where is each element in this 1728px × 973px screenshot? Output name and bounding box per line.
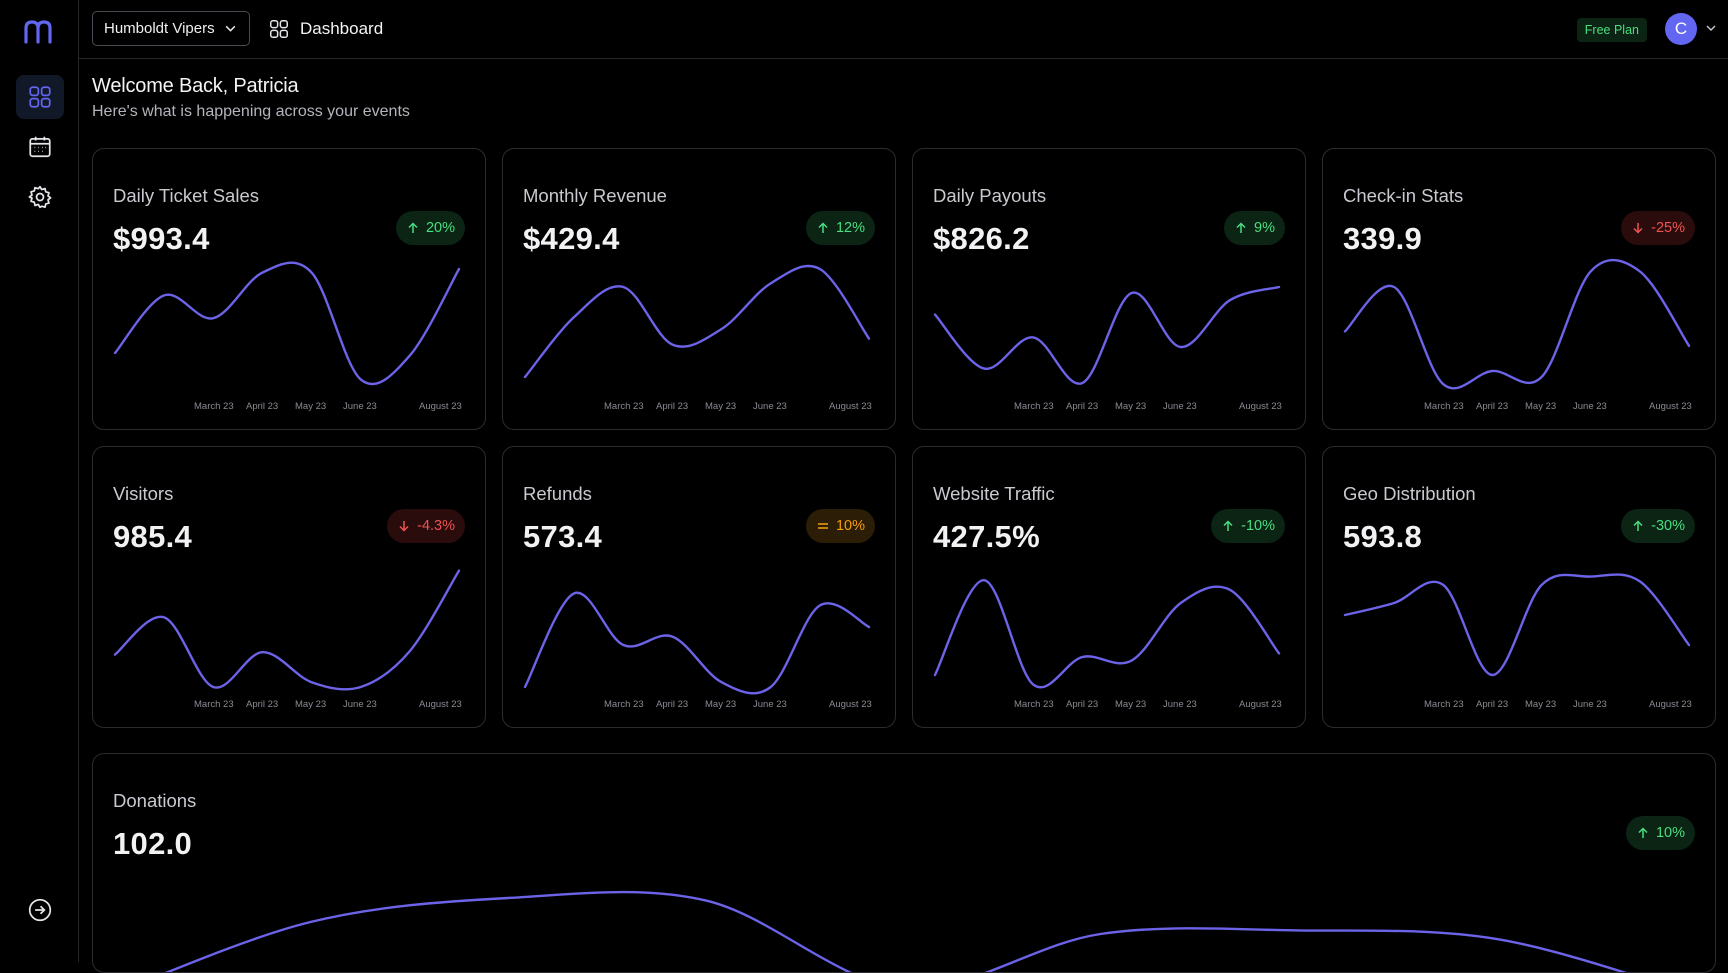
axis-label: August 23: [829, 699, 872, 710]
axis-label: March 23: [1424, 401, 1464, 412]
sparkline: [113, 569, 461, 691]
axis-label: August 23: [1239, 401, 1282, 412]
axis-label: June 23: [343, 699, 377, 710]
axis-label: March 23: [194, 699, 234, 710]
grid-icon: [29, 86, 51, 108]
sparkline-path: [1343, 573, 1691, 677]
axis-label: April 23: [1476, 699, 1509, 710]
sparkline-path: [933, 579, 1281, 689]
sparkline: [933, 285, 1281, 385]
axis-label: March 23: [1014, 699, 1054, 710]
metric-card[interactable]: Daily Ticket Sales $993.4 20% March 23 April…: [92, 148, 486, 430]
axis-label: May 23: [295, 699, 327, 710]
axis-label: March 23: [1014, 401, 1054, 412]
axis-label: August 23: [829, 401, 872, 412]
page-title: Welcome Back, Patricia: [92, 75, 299, 97]
chevron-down-icon: [225, 25, 236, 32]
axis-label: May 23: [1525, 401, 1557, 412]
axis-label: May 23: [1525, 699, 1557, 710]
arrow-right-circle-icon: [28, 898, 52, 922]
axis-label: May 23: [1115, 699, 1147, 710]
donations-card[interactable]: Donations 102.0 10%: [92, 753, 1716, 973]
axis-label: August 23: [419, 401, 462, 412]
sparkline-path: [523, 264, 871, 379]
axis-label: May 23: [705, 699, 737, 710]
gear-icon: [28, 185, 52, 209]
sparkline: [523, 264, 871, 379]
metric-card[interactable]: Geo Distribution 593.8 -30% March 23 April 2…: [1322, 446, 1716, 728]
sparkline-path: [1343, 258, 1691, 390]
axis-label: April 23: [246, 699, 279, 710]
axis-label: June 23: [753, 401, 787, 412]
sparkline: [113, 261, 461, 386]
grid-icon: [270, 20, 288, 38]
sparkline-path: [113, 569, 461, 691]
sparkline: [523, 591, 871, 695]
sidebar-item-settings[interactable]: [16, 175, 64, 219]
sparkline-path: [113, 261, 461, 386]
metric-card[interactable]: Refunds 573.4 10% March 23 April 23 May 23 Jun…: [502, 446, 896, 728]
metric-card[interactable]: Daily Payouts $826.2 9% March 23 April 23 May…: [912, 148, 1306, 430]
plan-badge[interactable]: Free Plan: [1576, 18, 1647, 42]
axis-label: August 23: [1239, 699, 1282, 710]
axis-label: May 23: [295, 401, 327, 412]
sidebar: [0, 0, 79, 962]
axis-label: August 23: [1649, 699, 1692, 710]
axis-label: May 23: [1115, 401, 1147, 412]
calendar-icon: [29, 136, 51, 158]
page-subtitle: Here's what is happening across your eve…: [92, 103, 410, 120]
metric-card[interactable]: Visitors 985.4 -4.3% March 23 April 23 May 23…: [92, 446, 486, 728]
axis-label: August 23: [1649, 401, 1692, 412]
metric-card[interactable]: Check-in Stats 339.9 -25% March 23 April 23 M…: [1322, 148, 1716, 430]
axis-label: June 23: [1163, 401, 1197, 412]
sparkline: [1343, 258, 1691, 390]
organization-select-label: Humboldt Vipers: [104, 20, 215, 37]
chevron-down-icon[interactable]: [1705, 22, 1717, 34]
axis-label: April 23: [1066, 401, 1099, 412]
sparkline-path: [523, 591, 871, 695]
axis-label: April 23: [1066, 699, 1099, 710]
axis-label: April 23: [1476, 401, 1509, 412]
axis-label: June 23: [1573, 401, 1607, 412]
axis-label: March 23: [194, 401, 234, 412]
sidebar-item-events[interactable]: [16, 125, 64, 169]
sparkline-path: [933, 285, 1281, 385]
breadcrumb: Dashboard: [268, 16, 383, 42]
avatar[interactable]: C: [1665, 13, 1697, 45]
sidebar-collapse-button[interactable]: [16, 888, 64, 932]
axis-label: March 23: [604, 699, 644, 710]
axis-label: June 23: [1163, 699, 1197, 710]
logo[interactable]: [22, 16, 58, 46]
axis-label: April 23: [246, 401, 279, 412]
axis-label: June 23: [1573, 699, 1607, 710]
sidebar-item-dashboard[interactable]: [16, 75, 64, 119]
sparkline: [933, 579, 1281, 689]
metric-card[interactable]: Monthly Revenue $429.4 12% March 23 April 23…: [502, 148, 896, 430]
donations-sparkline: [164, 890, 1627, 972]
axis-label: June 23: [753, 699, 787, 710]
axis-label: June 23: [343, 401, 377, 412]
metric-card[interactable]: Website Traffic 427.5% -10% March 23 April 2…: [912, 446, 1306, 728]
organization-select[interactable]: Humboldt Vipers: [92, 11, 250, 46]
topbar: Humboldt Vipers Dashboard Free Plan C: [79, 0, 1728, 59]
axis-label: March 23: [604, 401, 644, 412]
axis-label: April 23: [656, 401, 689, 412]
axis-label: August 23: [419, 699, 462, 710]
sparkline: [1343, 573, 1691, 677]
breadcrumb-label: Dashboard: [300, 19, 384, 38]
axis-label: March 23: [1424, 699, 1464, 710]
sparkline-path: [164, 890, 1627, 972]
axis-label: May 23: [705, 401, 737, 412]
axis-label: April 23: [656, 699, 689, 710]
